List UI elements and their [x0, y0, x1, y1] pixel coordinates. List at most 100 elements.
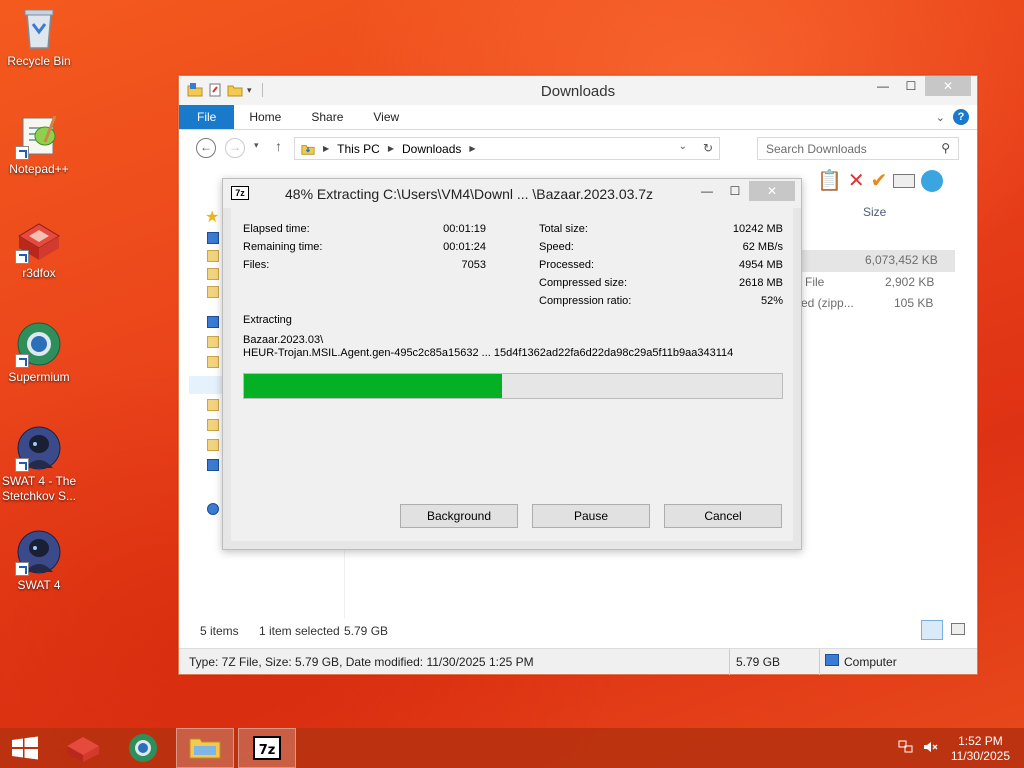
desktop-icon-supermium[interactable]: Supermium	[0, 320, 78, 385]
background-button[interactable]: Background	[400, 504, 518, 528]
recent-locations-icon[interactable]: ▾	[254, 140, 259, 151]
search-placeholder: Search Downloads	[766, 142, 867, 156]
nav-item-icon[interactable]	[207, 268, 219, 280]
file-explorer-icon	[189, 738, 221, 759]
this-pc-icon[interactable]	[207, 316, 219, 328]
files-value: 7053	[461, 259, 486, 271]
nav-item-icon[interactable]	[207, 336, 219, 348]
nav-item-icon[interactable]	[207, 250, 219, 262]
search-input[interactable]: Search Downloads ⚲	[757, 137, 959, 160]
desktop-icon-label: SWAT 4	[17, 578, 61, 592]
forward-button[interactable]: →	[225, 138, 245, 158]
compression-ratio-label: Compression ratio:	[539, 295, 632, 307]
taskbar-r3dfox[interactable]	[54, 728, 112, 768]
breadcrumb-downloads[interactable]: Downloads	[402, 142, 461, 156]
volume-muted-icon[interactable]	[922, 740, 938, 754]
remaining-time-value: 00:01:24	[443, 241, 486, 253]
tab-share[interactable]: Share	[296, 105, 358, 129]
help-icon[interactable]: ?	[953, 109, 969, 125]
system-clock[interactable]: 1:52 PM 11/30/2025	[951, 734, 1010, 764]
paste-icon[interactable]: 📋	[817, 168, 842, 193]
properties-icon[interactable]	[921, 169, 944, 192]
row-size: 6,073,452 KB	[865, 253, 938, 267]
breadcrumb-this-pc[interactable]: This PC	[337, 142, 380, 156]
r3dfox-icon	[15, 216, 63, 264]
rename-icon[interactable]	[893, 173, 916, 188]
minimize-button[interactable]: —	[693, 181, 721, 201]
total-size-label: Total size:	[539, 223, 588, 235]
compressed-size-label: Compressed size:	[539, 277, 628, 289]
cancel-button[interactable]: Cancel	[664, 504, 782, 528]
close-button[interactable]: ✕	[925, 76, 971, 96]
minimize-button[interactable]: —	[869, 76, 897, 96]
nav-item-icon[interactable]	[207, 356, 219, 368]
expand-ribbon-icon[interactable]: ⌄	[936, 111, 945, 124]
favorites-star-icon[interactable]: ★	[205, 207, 219, 227]
location-label: Computer	[844, 655, 897, 669]
tab-view[interactable]: View	[358, 105, 414, 129]
ribbon-tabs: File Home Share View ⌄ ?	[179, 105, 977, 130]
maximize-button[interactable]: ☐	[721, 181, 749, 201]
network-icon[interactable]	[207, 503, 219, 515]
downloads-folder-icon	[301, 144, 315, 155]
refresh-icon[interactable]: ↻	[703, 141, 713, 155]
address-dropdown-icon[interactable]: ⌄	[679, 141, 687, 152]
desktop-icon-swat4[interactable]: SWAT 4	[0, 528, 78, 593]
nav-item-icon[interactable]	[207, 419, 219, 431]
notepad-plus-plus-icon	[15, 112, 63, 160]
tab-file[interactable]: File	[179, 105, 235, 129]
checkmark-icon[interactable]: ✔	[871, 168, 888, 193]
taskbar-file-explorer[interactable]	[176, 728, 234, 768]
close-button[interactable]: ✕	[749, 181, 795, 201]
explorer-titlebar[interactable]: ▾ Downloads — ☐ ✕	[179, 76, 977, 105]
desktop-icon-swat4-stetchkov[interactable]: SWAT 4 - The Stetchkov S...	[0, 424, 78, 504]
desktop-icon-recycle-bin[interactable]: Recycle Bin	[0, 4, 78, 69]
progress-fill	[244, 374, 503, 398]
desktop-icon-label: Notepad++	[9, 162, 69, 176]
r3dfox-icon	[67, 737, 99, 762]
details-view-icon[interactable]	[921, 620, 943, 640]
supermium-icon	[15, 320, 63, 368]
remaining-time-label: Remaining time:	[243, 241, 323, 253]
maximize-button[interactable]: ☐	[897, 76, 925, 96]
swat4-icon	[15, 424, 63, 472]
desktop-icon-r3dfox[interactable]: r3dfox	[0, 216, 78, 281]
desktop-icon-label: Supermium	[8, 370, 70, 384]
elapsed-time-label: Elapsed time:	[243, 223, 310, 235]
taskbar-7zip[interactable]: 7z	[238, 728, 296, 768]
large-icons-view-icon[interactable]	[951, 623, 965, 635]
up-button[interactable]: ↑	[275, 138, 282, 154]
back-button[interactable]: ←	[196, 138, 216, 158]
pause-button[interactable]: Pause	[532, 504, 650, 528]
nav-item-icon[interactable]	[207, 286, 219, 298]
row-size: 105 KB	[894, 296, 934, 310]
dialog-titlebar[interactable]: 7z 48% Extracting C:\Users\VM4\Downl ...…	[223, 179, 801, 208]
address-bar[interactable]: ▶ This PC ▶ Downloads ▶ ⌄ ↻	[294, 137, 720, 160]
swat4-icon	[15, 528, 63, 576]
taskbar: 7z 1:52 PM 11/30/2025	[0, 728, 1024, 768]
breadcrumb-chevron-icon: ▶	[469, 144, 476, 153]
selected-count: 1 item selected	[259, 624, 340, 638]
progress-bar	[243, 373, 783, 399]
nav-item-icon[interactable]	[207, 232, 219, 244]
extract-progress-dialog[interactable]: 7z 48% Extracting C:\Users\VM4\Downl ...…	[222, 178, 802, 550]
tab-home[interactable]: Home	[234, 105, 296, 129]
shortcut-arrow-icon	[15, 250, 29, 264]
network-tray-icon[interactable]	[898, 740, 914, 754]
start-button[interactable]	[0, 728, 50, 768]
breadcrumb-chevron-icon: ▶	[387, 144, 394, 153]
nav-item-icon[interactable]	[207, 399, 219, 411]
taskbar-supermium[interactable]	[114, 728, 172, 768]
7zip-icon: 7z	[253, 736, 281, 760]
processed-label: Processed:	[539, 259, 595, 271]
desktop-icon-label: Recycle Bin	[7, 54, 71, 68]
delete-icon[interactable]: ✕	[848, 168, 865, 193]
dialog-title: 48% Extracting C:\Users\VM4\Downl ... \B…	[285, 186, 654, 202]
row-size: 2,902 KB	[885, 275, 935, 289]
nav-item-icon[interactable]	[207, 459, 219, 471]
shortcut-arrow-icon	[15, 458, 29, 472]
column-header-size[interactable]: Size	[863, 205, 886, 219]
desktop-icon-notepad-plus-plus[interactable]: Notepad++	[0, 112, 78, 177]
current-path-line2: HEUR-Trojan.MSIL.Agent.gen-495c2c85a1563…	[243, 347, 734, 359]
nav-item-icon[interactable]	[207, 439, 219, 451]
